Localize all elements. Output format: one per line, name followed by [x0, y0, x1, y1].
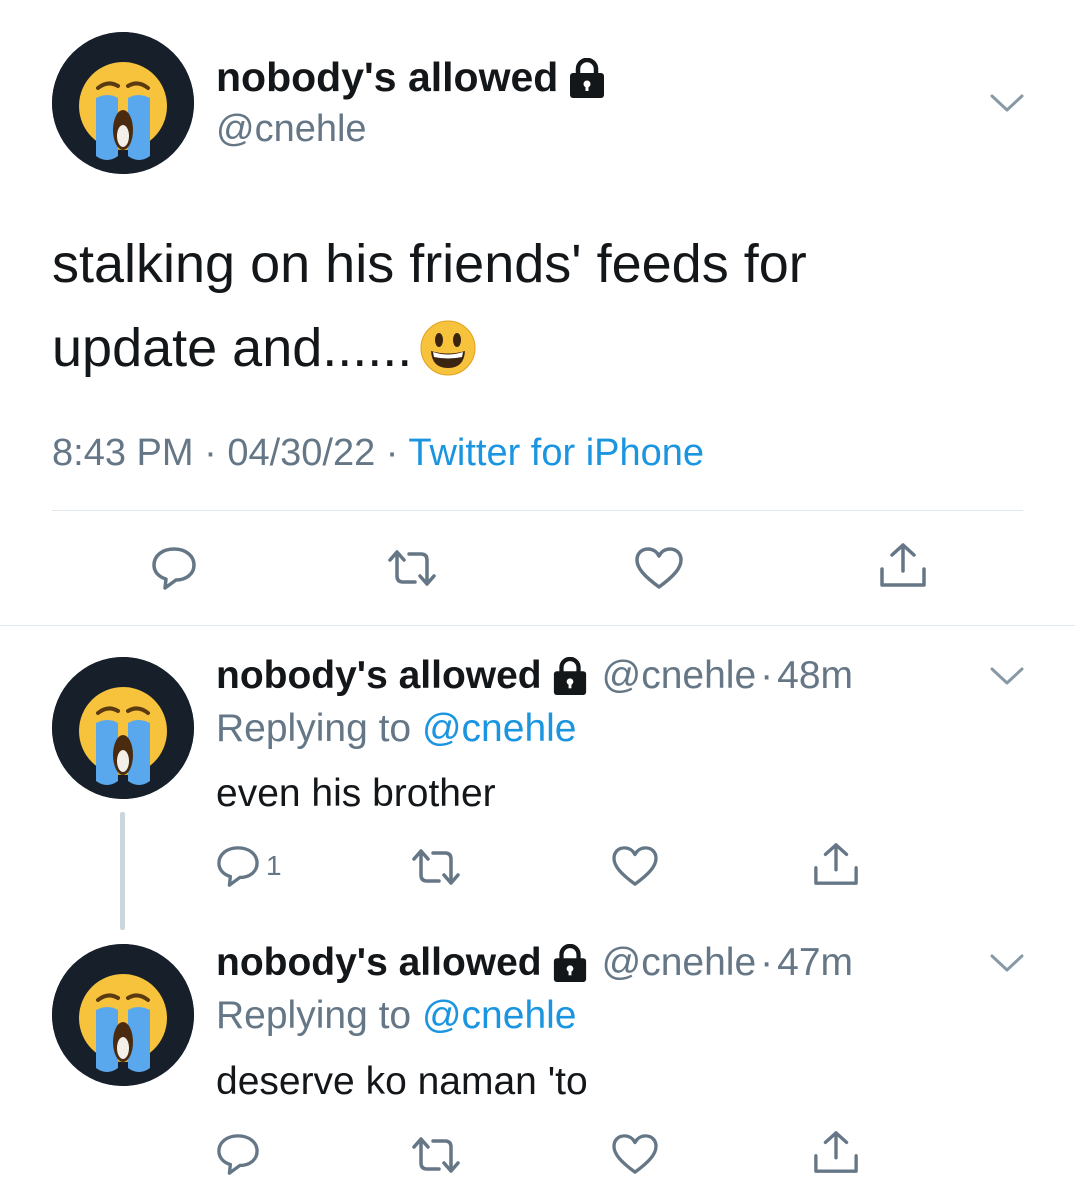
- tweet-text-line: stalking on his friends' feeds for: [52, 234, 807, 294]
- reply-icon: [152, 547, 196, 590]
- crying-face-emoji: [52, 657, 194, 799]
- tweet-time[interactable]: 48m: [777, 654, 853, 698]
- tweet-text: deserve ko naman 'to: [216, 1060, 588, 1103]
- reply-button[interactable]: [216, 1133, 266, 1175]
- retweet-button[interactable]: [386, 548, 438, 588]
- section-divider: [0, 625, 1075, 626]
- avatar[interactable]: [52, 32, 194, 174]
- divider: [52, 510, 1023, 511]
- retweet-icon: [388, 550, 436, 586]
- heart-icon: [612, 1134, 658, 1174]
- share-icon: [880, 543, 926, 587]
- share-button[interactable]: [878, 541, 928, 589]
- replying-to-label: Replying to: [216, 707, 412, 750]
- handle[interactable]: @cnehle: [602, 941, 757, 985]
- chevron-down-icon[interactable]: [990, 953, 1024, 973]
- crying-face-emoji: [52, 944, 194, 1086]
- handle-row: @cnehle: [216, 108, 367, 151]
- reply-count: 1: [266, 850, 282, 881]
- replying-to: Replying to @cnehle: [216, 994, 576, 1038]
- like-button[interactable]: [611, 845, 659, 887]
- separator: ·: [760, 941, 774, 984]
- share-icon: [814, 1131, 858, 1173]
- tweet-time[interactable]: 47m: [777, 941, 853, 985]
- lock-icon: [552, 657, 588, 695]
- thread-line: [120, 812, 125, 930]
- crying-face-emoji: [52, 32, 194, 174]
- like-button[interactable]: [611, 1133, 659, 1175]
- retweet-icon: [412, 849, 460, 885]
- replying-to-mention[interactable]: @cnehle: [422, 707, 577, 750]
- retweet-button[interactable]: [410, 847, 462, 887]
- reply-icon: [217, 1134, 259, 1175]
- chevron-down-icon[interactable]: [990, 666, 1024, 686]
- reply-icon: [217, 846, 259, 887]
- tweet-text: stalking on his friends' feeds for updat…: [52, 222, 807, 390]
- heart-icon: [612, 846, 658, 886]
- tweet-text-line-content: update and......: [52, 318, 413, 378]
- avatar[interactable]: [52, 657, 194, 799]
- reply-button[interactable]: [151, 546, 197, 590]
- heart-icon: [635, 547, 683, 589]
- chevron-down-icon[interactable]: [990, 93, 1024, 113]
- tweet-text-line: update and......: [52, 306, 807, 390]
- retweet-icon: [412, 1137, 460, 1173]
- handle[interactable]: @cnehle: [602, 654, 757, 698]
- reply-button[interactable]: 1: [216, 845, 282, 887]
- tweet-source-link[interactable]: Twitter for iPhone: [408, 432, 704, 474]
- author-row: nobody's allowed: [216, 54, 606, 101]
- separator: ·: [760, 654, 774, 697]
- avatar[interactable]: [52, 944, 194, 1086]
- share-button[interactable]: [812, 841, 860, 887]
- smiling-face-emoji: [420, 320, 476, 376]
- like-button[interactable]: [634, 546, 684, 590]
- retweet-button[interactable]: [410, 1135, 462, 1175]
- author-row: nobody's allowed @cnehle · 47m: [216, 941, 853, 985]
- lock-icon: [552, 944, 588, 982]
- display-name[interactable]: nobody's allowed: [216, 941, 542, 985]
- author-row: nobody's allowed @cnehle · 48m: [216, 654, 853, 698]
- share-button[interactable]: [812, 1129, 860, 1175]
- replying-to: Replying to @cnehle: [216, 707, 576, 751]
- replying-to-mention[interactable]: @cnehle: [422, 994, 577, 1037]
- display-name[interactable]: nobody's allowed: [216, 54, 558, 101]
- tweet-meta: 8:43 PM · 04/30/22 · Twitter for iPhone: [52, 432, 704, 475]
- share-icon: [814, 843, 858, 885]
- handle[interactable]: @cnehle: [216, 108, 367, 151]
- replying-to-label: Replying to: [216, 994, 412, 1037]
- separator: ·: [204, 432, 217, 474]
- tweet-text: even his brother: [216, 772, 496, 815]
- lock-icon: [568, 57, 606, 98]
- display-name[interactable]: nobody's allowed: [216, 654, 542, 698]
- tweet-time: 8:43 PM: [52, 432, 194, 474]
- tweet-date: 04/30/22: [227, 432, 376, 474]
- separator: ·: [385, 432, 399, 474]
